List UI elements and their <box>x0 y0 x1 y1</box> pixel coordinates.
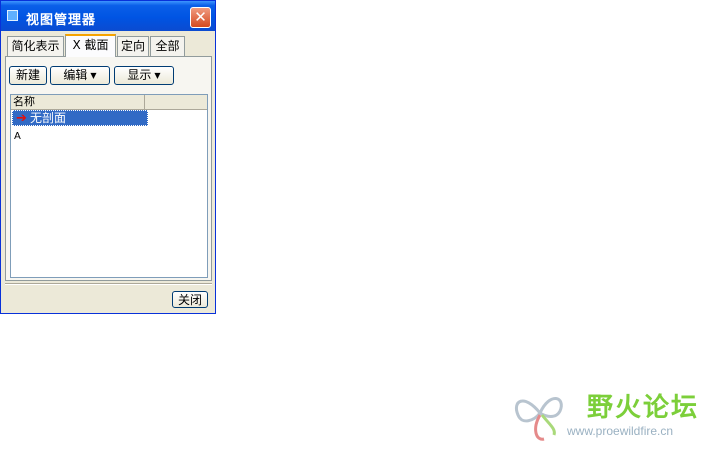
section-list[interactable]: 名称 ➔ 无剖面 A <box>10 94 208 278</box>
tab-simplified-rep[interactable]: 简化表示 <box>7 36 64 56</box>
edit-button[interactable]: 编辑 ▼ <box>50 66 110 85</box>
window-title: 视图管理器 <box>26 13 97 28</box>
tab-all[interactable]: 全部 <box>150 36 185 56</box>
watermark-url: www.proewildfire.cn <box>567 424 674 438</box>
close-dialog-button[interactable]: 关闭 <box>172 291 208 308</box>
list-item-label: 无剖面 <box>30 111 67 125</box>
window-close-button[interactable]: ✕ <box>190 7 211 28</box>
edit-button-label: 编辑 <box>63 68 88 82</box>
watermark: 野火论坛 www.proewildfire.cn <box>510 385 715 445</box>
title-bar[interactable]: 视图管理器 ✕ <box>1 1 215 31</box>
list-header: 名称 <box>11 95 207 110</box>
list-item-selected[interactable]: ➔ 无剖面 <box>12 110 148 126</box>
tab-x-section[interactable]: X 截面 <box>65 34 116 57</box>
tab-orientation[interactable]: 定向 <box>117 36 149 56</box>
window-icon <box>7 10 18 21</box>
list-item[interactable]: A <box>14 131 21 142</box>
watermark-title: 野火论坛 <box>587 393 700 423</box>
new-button[interactable]: 新建 <box>9 66 47 85</box>
chevron-down-icon: ▼ <box>90 71 97 80</box>
footer-separator <box>5 283 212 285</box>
display-button[interactable]: 显示 ▼ <box>114 66 174 85</box>
view-manager-window: 视图管理器 ✕ 简化表示 X 截面 定向 全部 新建 编辑 ▼ 显示 ▼ 名称 ➔ … <box>0 0 216 314</box>
red-arrow-icon: ➔ <box>16 111 27 126</box>
column-header-name[interactable]: 名称 <box>11 95 145 109</box>
display-button-label: 显示 <box>127 68 152 82</box>
butterfly-logo-icon <box>515 397 563 441</box>
chevron-down-icon: ▼ <box>154 71 161 80</box>
